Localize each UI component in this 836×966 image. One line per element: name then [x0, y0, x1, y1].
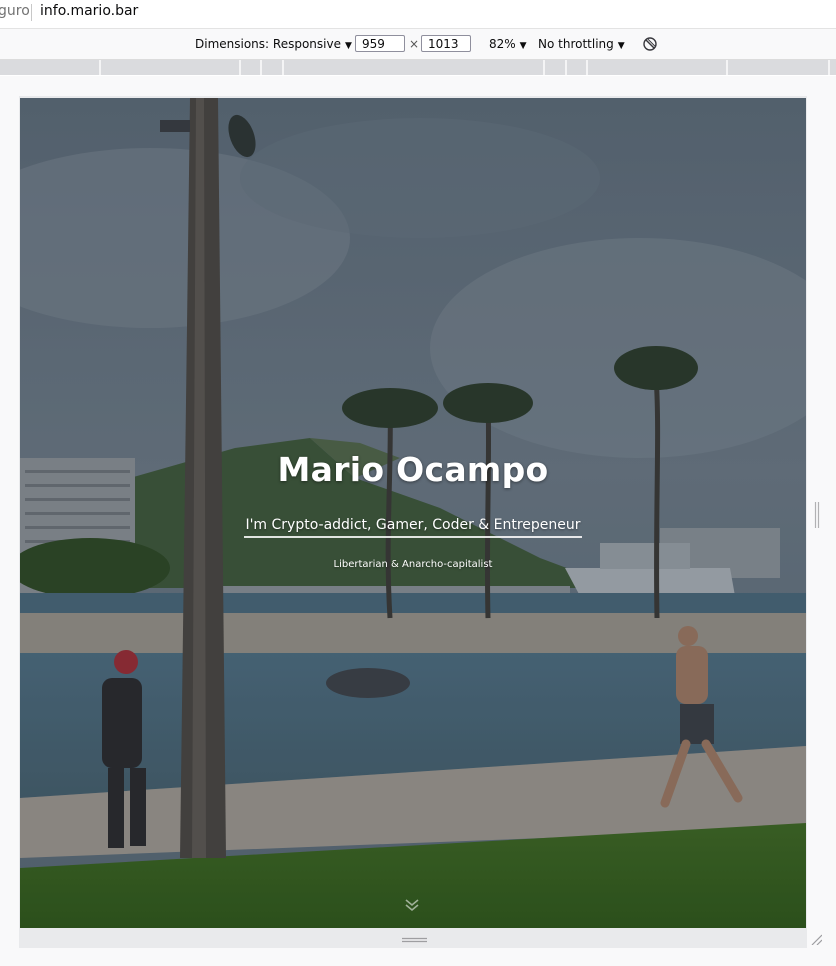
ruler-tick [828, 60, 830, 75]
url-text[interactable]: info.mario.bar [40, 3, 138, 19]
device-selector[interactable]: Dimensions: Responsive ▼ [195, 37, 352, 51]
ruler-tick [239, 60, 241, 75]
media-query-ruler [0, 60, 836, 75]
hero-title: Mario Ocampo [277, 450, 549, 489]
chevron-down-icon: ▼ [519, 41, 527, 51]
width-input[interactable]: 959 [355, 35, 405, 52]
viewport-area: Mario Ocampo I'm Crypto-addict, Gamer, C… [0, 76, 836, 966]
device-frame: Mario Ocampo I'm Crypto-addict, Gamer, C… [19, 96, 807, 948]
page-viewport[interactable]: Mario Ocampo I'm Crypto-addict, Gamer, C… [20, 98, 806, 928]
viewport-height-resize-handle[interactable] [402, 937, 427, 943]
chevron-down-icon: ▼ [344, 41, 352, 51]
ruler-tick [99, 60, 101, 75]
ruler-tick [565, 60, 567, 75]
url-separator [31, 4, 32, 21]
dimension-separator: × [409, 37, 420, 51]
responsive-toolbar: Dimensions: Responsive ▼ 959 × 1013 82% ▼ … [0, 29, 836, 60]
device-selector-label: Dimensions: Responsive [195, 37, 341, 51]
ruler-tick [586, 60, 588, 75]
rotate-icon[interactable] [642, 36, 658, 52]
double-chevron-down-icon[interactable] [404, 898, 420, 912]
url-bar[interactable]: guro info.mario.bar [0, 0, 836, 29]
resize-corner-grip-icon[interactable] [810, 933, 822, 945]
ruler-tick [260, 60, 262, 75]
hero-subtitle: I'm Crypto-addict, Gamer, Coder & Entrep… [244, 517, 582, 538]
hero-tagline: Libertarian & Anarcho-capitalist [333, 559, 493, 570]
throttling-label: No throttling [538, 37, 614, 51]
ruler-tick [282, 60, 284, 75]
ruler-tick [543, 60, 545, 75]
height-input[interactable]: 1013 [421, 35, 471, 52]
viewport-width-resize-handle[interactable] [814, 502, 820, 528]
throttling-selector[interactable]: No throttling ▼ [538, 37, 625, 51]
hero-subtitle-container: I'm Crypto-addict, Gamer, Coder & Entrep… [20, 514, 806, 538]
security-label: guro [0, 3, 30, 19]
hero-background-image [20, 98, 806, 928]
zoom-label: 82% [489, 37, 516, 51]
zoom-selector[interactable]: 82% ▼ [489, 37, 527, 51]
chevron-down-icon: ▼ [617, 41, 625, 51]
ruler-tick [726, 60, 728, 75]
